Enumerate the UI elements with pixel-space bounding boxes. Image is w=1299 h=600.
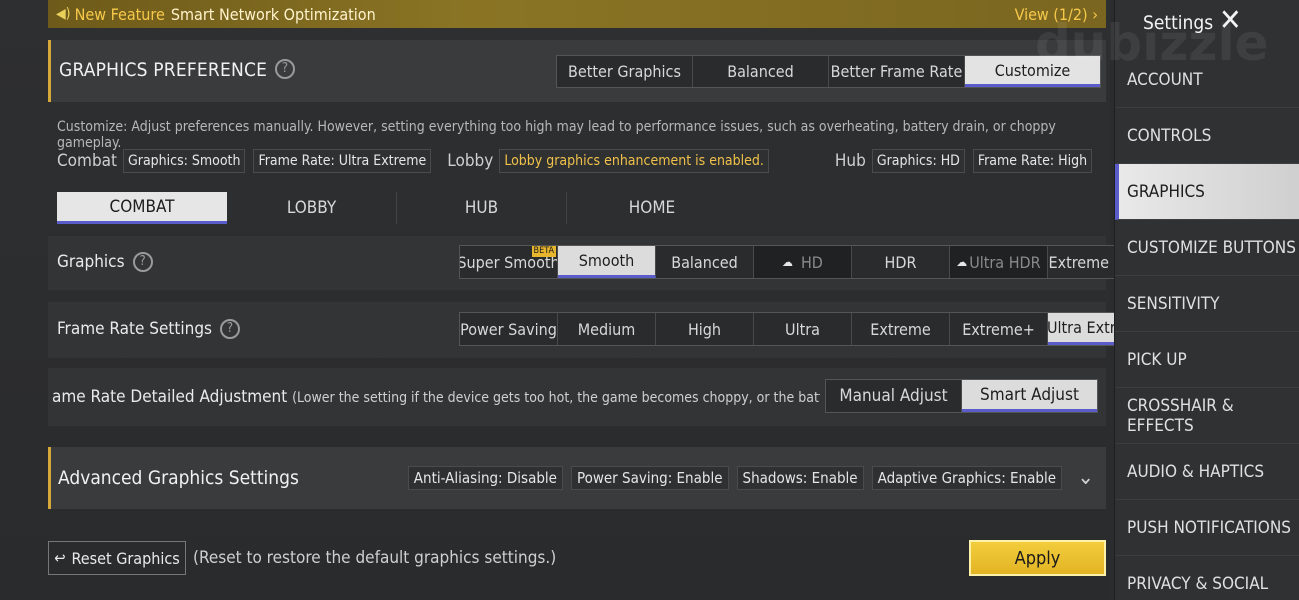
- adaptive-graphics-chip: Adaptive Graphics: Enable: [871, 466, 1062, 490]
- anti-aliasing-chip: Anti-Aliasing: Disable: [407, 466, 563, 490]
- tab-hub[interactable]: HUB: [397, 192, 567, 224]
- detailed-adjustment-note: (Lower the setting if the device gets to…: [292, 390, 820, 406]
- summary-combat-graphics: Graphics: Smooth: [123, 149, 246, 173]
- sidebar-item-controls[interactable]: CONTROLS: [1115, 108, 1299, 164]
- graphics-super-smooth[interactable]: Super Smooth BETA: [460, 246, 558, 278]
- sidebar-item-customize-buttons[interactable]: CUSTOMIZE BUTTONS: [1115, 220, 1299, 276]
- graphics-balanced[interactable]: Balanced: [656, 246, 754, 278]
- adjust-mode-selector: Manual Adjust Smart Adjust: [825, 379, 1098, 413]
- graphics-settings-panel: ◀) New Feature Smart Network Optimizatio…: [0, 0, 1147, 600]
- graphics-hd[interactable]: ☁ HD: [754, 246, 852, 278]
- feature-banner[interactable]: ◀) New Feature Smart Network Optimizatio…: [48, 0, 1106, 28]
- frame-rate-high[interactable]: High: [656, 313, 754, 345]
- banner-title: Smart Network Optimization: [170, 4, 376, 24]
- graphics-row-title: Graphics?: [57, 252, 153, 272]
- apply-button[interactable]: Apply: [969, 540, 1106, 576]
- advanced-graphics-chips: Anti-Aliasing: Disable Power Saving: Ena…: [407, 466, 1062, 490]
- advanced-graphics-title: Advanced Graphics Settings: [58, 467, 299, 489]
- help-icon[interactable]: ?: [132, 252, 153, 272]
- preference-selector: Better Graphics Balanced Better Frame Ra…: [556, 55, 1101, 88]
- sidebar-item-audio-haptics[interactable]: AUDIO & HAPTICS: [1115, 444, 1299, 500]
- sidebar-item-privacy-social[interactable]: PRIVACY & SOCIAL: [1115, 556, 1299, 600]
- frame-rate-label: Frame Rate Settings: [57, 319, 213, 339]
- graphics-row: Graphics? Super Smooth BETA Smooth Balan…: [48, 236, 1147, 290]
- advanced-graphics-panel[interactable]: Advanced Graphics Settings Anti-Aliasing…: [48, 447, 1106, 509]
- preference-description: Customize: Adjust preferences manually. …: [57, 119, 1056, 151]
- graphics-hd-label: HD: [800, 252, 823, 272]
- graphics-preference-title: GRAPHICS PREFERENCE?: [59, 58, 296, 81]
- settings-title: Settings: [1143, 12, 1214, 34]
- power-saving-chip: Power Saving: Enable: [570, 466, 729, 490]
- cloud-download-icon: ☁: [782, 255, 793, 269]
- summary-hub-graphics: Graphics: HD: [871, 149, 965, 173]
- graphics-smooth[interactable]: Smooth: [558, 246, 656, 278]
- preference-better-frame-rate[interactable]: Better Frame Rate: [829, 56, 965, 87]
- frame-rate-extreme-plus[interactable]: Extreme+: [950, 313, 1048, 345]
- reset-note: (Reset to restore the default graphics s…: [193, 548, 557, 568]
- frame-rate-extreme[interactable]: Extreme: [852, 313, 950, 345]
- sidebar-item-graphics[interactable]: GRAPHICS: [1115, 164, 1299, 220]
- summary-combat-frame-rate: Frame Rate: Ultra Extreme: [253, 149, 432, 173]
- sidebar-item-sensitivity[interactable]: SENSITIVITY: [1115, 276, 1299, 332]
- tab-home[interactable]: HOME: [567, 192, 737, 224]
- detailed-adjustment-title: ame Rate Detailed Adjustment (Lower the …: [52, 387, 820, 407]
- detailed-adjustment-label: ame Rate Detailed Adjustment: [52, 387, 288, 407]
- graphics-hdr[interactable]: HDR: [852, 246, 950, 278]
- frame-rate-row: Frame Rate Settings? Power Saving Medium…: [48, 302, 1147, 358]
- manual-adjust-option[interactable]: Manual Adjust: [826, 380, 962, 412]
- frame-rate-ultra[interactable]: Ultra: [754, 313, 852, 345]
- summary-lobby-chip: Lobby graphics enhancement is enabled.: [499, 149, 769, 173]
- reset-graphics-button[interactable]: ↩ Reset Graphics: [48, 541, 186, 575]
- tab-combat[interactable]: COMBAT: [57, 192, 227, 224]
- frame-rate-medium[interactable]: Medium: [558, 313, 656, 345]
- graphics-ultra-hdr-label: Ultra HDR: [969, 252, 1041, 272]
- mode-tabs: COMBAT LOBBY HUB HOME: [57, 192, 737, 224]
- cloud-download-icon: ☁: [956, 255, 968, 269]
- detailed-adjustment-row: ame Rate Detailed Adjustment (Lower the …: [48, 368, 1106, 426]
- graphics-selector: Super Smooth BETA Smooth Balanced ☁ HD HD…: [459, 245, 1147, 279]
- settings-sidebar: dubizzle Settings ✕ ACCOUNT CONTROLS GRA…: [1035, 0, 1299, 600]
- summary-hub-frame-rate: Frame Rate: High: [972, 149, 1093, 173]
- chevron-down-icon[interactable]: ⌄: [1077, 465, 1094, 490]
- banner-new-feature: New Feature: [74, 4, 165, 24]
- sidebar-item-pick-up[interactable]: PICK UP: [1115, 332, 1299, 388]
- frame-rate-selector: Power Saving Medium High Ultra Extreme E…: [459, 312, 1147, 346]
- speaker-icon: ◀): [56, 6, 71, 22]
- shadows-chip: Shadows: Enable: [736, 466, 864, 490]
- help-icon[interactable]: ?: [275, 58, 296, 79]
- close-icon[interactable]: ✕: [1219, 6, 1242, 36]
- sidebar-item-crosshair-effects[interactable]: CROSSHAIR & EFFECTS: [1115, 388, 1299, 444]
- help-icon[interactable]: ?: [220, 319, 241, 339]
- frame-rate-row-title: Frame Rate Settings?: [57, 319, 241, 339]
- beta-badge: BETA: [531, 246, 556, 257]
- graphics-label: Graphics: [57, 252, 125, 272]
- graphics-ultra-hdr[interactable]: ☁ Ultra HDR: [950, 246, 1048, 278]
- sidebar-menu: ACCOUNT CONTROLS GRAPHICS CUSTOMIZE BUTT…: [1115, 52, 1299, 600]
- smart-adjust-option[interactable]: Smart Adjust: [962, 380, 1097, 412]
- reset-graphics-label: Reset Graphics: [71, 548, 180, 568]
- preference-better-graphics[interactable]: Better Graphics: [557, 56, 693, 87]
- frame-rate-power-saving[interactable]: Power Saving: [460, 313, 558, 345]
- summary-lobby-label: Lobby: [447, 151, 494, 171]
- preference-balanced[interactable]: Balanced: [693, 56, 829, 87]
- summary-combat-label: Combat: [57, 151, 118, 171]
- undo-icon: ↩: [54, 549, 66, 567]
- sidebar-item-account[interactable]: ACCOUNT: [1115, 52, 1299, 108]
- graphics-preference-label: GRAPHICS PREFERENCE: [59, 59, 268, 81]
- tab-lobby[interactable]: LOBBY: [227, 192, 397, 224]
- settings-summary: Combat Graphics: Smooth Frame Rate: Ultr…: [57, 148, 1100, 174]
- sidebar-item-push-notifications[interactable]: PUSH NOTIFICATIONS: [1115, 500, 1299, 556]
- summary-hub-label: Hub: [834, 151, 866, 171]
- graphics-preference-panel: GRAPHICS PREFERENCE? Better Graphics Bal…: [48, 40, 1106, 102]
